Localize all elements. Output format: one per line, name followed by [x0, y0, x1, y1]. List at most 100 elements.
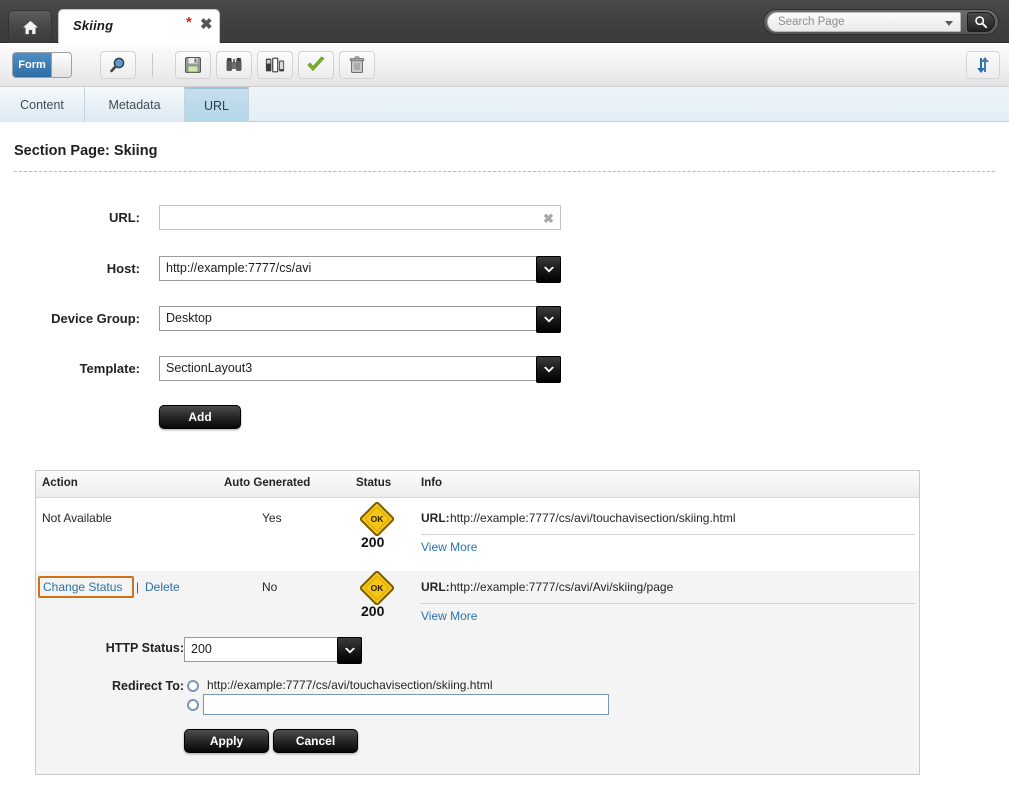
- chevron-down-icon: [543, 366, 554, 372]
- row1-auto-generated: Yes: [262, 511, 282, 525]
- tab-content[interactable]: Content: [0, 87, 85, 122]
- form-mode-toggle[interactable]: Form: [12, 52, 72, 78]
- binoculars-icon: [226, 58, 242, 71]
- host-select-value: http://example:7777/cs/avi: [166, 261, 312, 275]
- refresh-button[interactable]: [966, 51, 1000, 79]
- column-header-info: Info: [421, 477, 443, 489]
- clear-icon[interactable]: ✖: [543, 211, 554, 227]
- trash-icon: [349, 56, 365, 73]
- row1-status-badge: OK: [358, 500, 396, 538]
- redirect-option-1-radio[interactable]: [187, 680, 199, 692]
- search-placeholder: Search Page: [778, 16, 845, 28]
- tab-content-label: Content: [20, 97, 64, 112]
- template-select-arrow[interactable]: [536, 356, 561, 383]
- search-icon: [975, 16, 988, 29]
- document-tab-label: Skiing: [73, 18, 114, 33]
- row2-change-status-link[interactable]: Change Status: [43, 580, 122, 594]
- chevron-down-icon: [543, 316, 554, 322]
- document-tab-skiing[interactable]: Skiing * ✖: [58, 9, 220, 43]
- template-select-value: SectionLayout3: [166, 361, 253, 375]
- toolbar-separator: [152, 53, 153, 77]
- table-header-row: Action Auto Generated Status Info: [36, 471, 919, 498]
- title-divider: [14, 171, 995, 172]
- home-tab[interactable]: [8, 10, 52, 43]
- delete-button[interactable]: [339, 51, 375, 79]
- row2-view-more-link[interactable]: View More: [421, 609, 477, 623]
- magnifier-icon: [110, 57, 125, 73]
- close-icon[interactable]: ✖: [200, 17, 213, 32]
- host-select[interactable]: http://example:7777/cs/avi: [159, 256, 561, 283]
- http-status-select[interactable]: 200: [184, 637, 362, 664]
- row2-info-url: http://example:7777/cs/avi/Avi/skiing/pa…: [450, 580, 674, 594]
- page-title: Section Page: Skiing: [14, 143, 158, 159]
- refresh-arrows-icon: [977, 57, 989, 73]
- column-header-status: Status: [356, 477, 392, 489]
- tab-url[interactable]: URL: [185, 87, 249, 122]
- cancel-button[interactable]: Cancel: [273, 729, 358, 753]
- tab-url-label: URL: [203, 98, 229, 113]
- row1-action-text: Not Available: [42, 511, 112, 525]
- section-tabstrip: Content Metadata URL: [0, 87, 1009, 122]
- column-header-auto-generated: Auto Generated: [224, 477, 311, 489]
- row2-delete-link[interactable]: Delete: [145, 580, 180, 594]
- devices-icon: [265, 57, 285, 73]
- checkmark-icon: [307, 56, 325, 72]
- approve-button[interactable]: [298, 51, 334, 79]
- preview-button[interactable]: [100, 51, 136, 79]
- redirect-to-label: Redirect To:: [112, 679, 184, 693]
- template-field-label: Template:: [79, 361, 140, 376]
- host-select-arrow[interactable]: [536, 256, 561, 283]
- window-titlebar: Skiing * ✖ Search Page: [0, 0, 1009, 43]
- chevron-down-icon[interactable]: [945, 21, 953, 26]
- url-input[interactable]: [159, 205, 561, 230]
- search-container: Search Page: [763, 9, 999, 35]
- search-input[interactable]: Search Page: [767, 12, 961, 32]
- http-status-label: HTTP Status:: [105, 641, 184, 655]
- template-select[interactable]: SectionLayout3: [159, 356, 561, 383]
- row2-status-code: 200: [361, 603, 385, 619]
- redirect-option-1-label: http://example:7777/cs/avi/touchavisecti…: [207, 678, 493, 692]
- device-group-select[interactable]: Desktop: [159, 306, 561, 333]
- chevron-down-icon: [543, 266, 554, 272]
- row1-info-label: URL:: [421, 511, 450, 525]
- apply-button[interactable]: Apply: [184, 729, 269, 753]
- add-button[interactable]: Add: [159, 405, 241, 429]
- host-field-label: Host:: [106, 261, 140, 276]
- row1-info-divider: [421, 534, 915, 535]
- row2-action-separator: |: [136, 580, 140, 594]
- row2-status-badge: OK: [358, 569, 396, 607]
- save-button[interactable]: [175, 51, 211, 79]
- redirect-option-2-radio[interactable]: [187, 699, 199, 711]
- table-row: Not Available Yes OK 200 URL: http://exa…: [36, 498, 919, 571]
- row2-status-badge-text: OK: [370, 583, 384, 593]
- chevron-down-icon: [344, 647, 355, 653]
- row1-status-badge-text: OK: [370, 514, 384, 524]
- floppy-disk-icon: [185, 57, 201, 73]
- form-toggle-knob[interactable]: [51, 53, 71, 77]
- main-toolbar: Form: [0, 43, 1009, 87]
- device-group-select-value: Desktop: [166, 311, 212, 325]
- row1-info-url: http://example:7777/cs/avi/touchavisecti…: [450, 511, 736, 525]
- home-icon: [22, 20, 38, 34]
- http-status-select-arrow[interactable]: [337, 637, 362, 664]
- devices-button[interactable]: [257, 51, 293, 79]
- row1-view-more-link[interactable]: View More: [421, 540, 477, 554]
- device-group-select-arrow[interactable]: [536, 306, 561, 333]
- form-toggle-label: Form: [13, 53, 51, 77]
- redirect-custom-url-input[interactable]: [203, 694, 609, 715]
- url-field-label: URL:: [108, 210, 140, 225]
- search-button[interactable]: [967, 12, 995, 32]
- row2-auto-generated: No: [262, 580, 278, 594]
- row2-info-divider: [421, 603, 915, 604]
- tab-metadata[interactable]: Metadata: [85, 87, 185, 122]
- row2-info-label: URL:: [421, 580, 450, 594]
- tab-metadata-label: Metadata: [108, 97, 161, 112]
- url-table-panel: Action Auto Generated Status Info Not Av…: [35, 470, 920, 775]
- unsaved-changes-marker: *: [186, 14, 192, 31]
- device-group-field-label: Device Group:: [51, 311, 140, 326]
- http-status-value: 200: [191, 642, 212, 656]
- table-row: Change Status | Delete No OK 200 URL: ht…: [36, 569, 919, 774]
- row1-status-code: 200: [361, 534, 385, 550]
- column-header-action: Action: [42, 477, 78, 489]
- inspect-button[interactable]: [216, 51, 252, 79]
